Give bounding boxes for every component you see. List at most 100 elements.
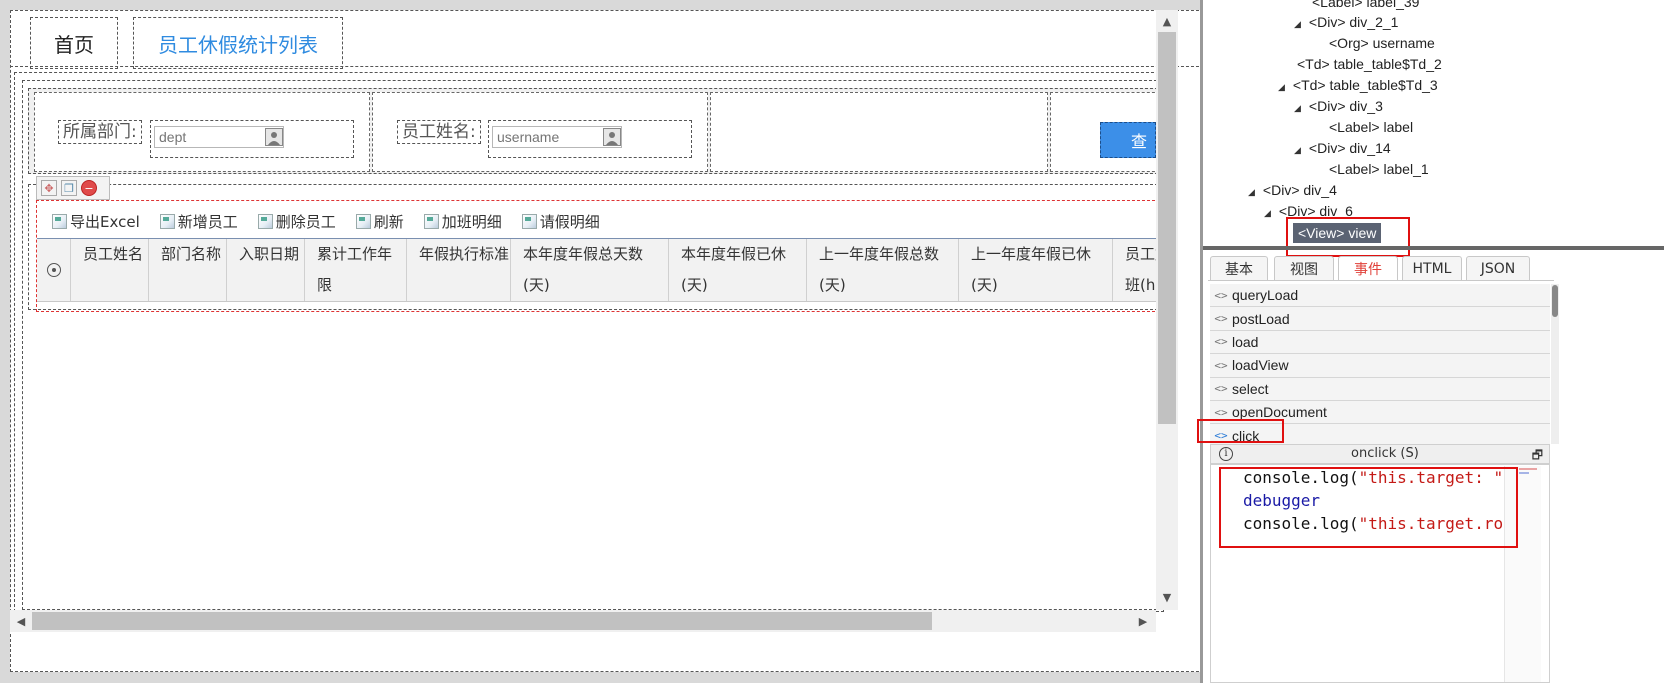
tree-node-label: <Label> label_39 <box>1312 0 1420 10</box>
panel-tabs: 基本 视图 事件 HTML JSON <box>1208 256 1554 281</box>
tab-home[interactable]: 首页 <box>30 17 118 69</box>
toolbar-button-label: 导出Excel <box>70 212 140 231</box>
grid-header: 员工姓名 部门名称 入职日期 累计工作年限 年假执行标准 本年度年假总天数(天) 本年度年假… <box>37 238 1173 302</box>
tree-node-label: <Org> username <box>1329 35 1435 51</box>
event-name: loadView <box>1232 357 1289 374</box>
editor-header: i onclick (S) 🗗 <box>1210 444 1550 464</box>
export-icon <box>52 213 67 229</box>
event-name: queryLoad <box>1232 287 1299 304</box>
column-header[interactable]: 年假执行标准 <box>407 239 511 301</box>
remove-icon[interactable]: − <box>81 180 97 196</box>
tree-node[interactable]: ◢ <Div> div_4 <box>1248 182 1337 198</box>
column-header[interactable]: 上一年度年假总数(天) <box>807 239 959 301</box>
scroll-right-icon[interactable]: ▶ <box>1134 612 1152 630</box>
tree-node-label: <Td> table_table$Td_2 <box>1297 56 1442 72</box>
tree-node-label: <Label> label_1 <box>1329 161 1429 177</box>
name-label: 员工姓名: <box>397 120 481 144</box>
tab-strip-divider <box>10 66 1224 67</box>
event-item[interactable]: <> queryLoad <box>1210 284 1550 308</box>
event-list-scroll-thumb[interactable] <box>1552 285 1558 317</box>
column-header[interactable]: 累计工作年限 <box>305 239 407 301</box>
event-item[interactable]: <> loadView <box>1210 354 1550 378</box>
tree-node-label: <Div> div_14 <box>1308 140 1391 156</box>
scroll-left-icon[interactable]: ◀ <box>12 612 30 630</box>
code-icon: <> <box>1214 288 1228 302</box>
expand-triangle-icon[interactable]: ◢ <box>1248 187 1255 197</box>
toolbar-button-label: 加班明细 <box>441 212 502 231</box>
tree-node[interactable]: <Label> label <box>1329 119 1413 135</box>
tree-node-label: <Div> div_4 <box>1262 182 1337 198</box>
panel-tab[interactable]: 事件 <box>1338 256 1398 280</box>
event-item[interactable]: <> load <box>1210 330 1550 355</box>
tree-node-label: <Td> table_table$Td_3 <box>1292 77 1438 93</box>
tree-node-label: <Div> div_3 <box>1308 98 1383 114</box>
toolbar-button-0[interactable]: 导出Excel <box>52 211 140 232</box>
column-header[interactable]: 员工姓名 <box>71 239 149 301</box>
query-button[interactable]: 查 <box>1100 122 1156 158</box>
event-name: load <box>1232 333 1259 350</box>
expand-triangle-icon[interactable]: ◢ <box>1264 208 1271 218</box>
event-item[interactable]: <> postLoad <box>1210 307 1550 331</box>
event-item[interactable]: <> select <box>1210 377 1550 401</box>
toolbar-button-4[interactable]: 加班明细 <box>423 211 502 232</box>
tree-node[interactable]: ◢ <Div> div_14 <box>1294 140 1391 156</box>
panel-tab[interactable]: JSON <box>1466 256 1530 280</box>
leave-icon <box>521 213 537 229</box>
panel-tab[interactable]: HTML <box>1402 256 1462 280</box>
tree-node[interactable]: <Org> username <box>1329 35 1435 51</box>
event-name: select <box>1232 380 1269 397</box>
tree-node[interactable]: <Label> label_39 <box>1312 0 1419 10</box>
horizontal-scroll-thumb[interactable] <box>32 612 932 630</box>
panel-splitter[interactable] <box>1203 246 1664 250</box>
toolbar-button-label: 新增员工 <box>177 212 238 231</box>
tab-leave-stat-list[interactable]: 员工休假统计列表 <box>133 17 343 69</box>
delete-icon <box>257 213 273 229</box>
tree-node[interactable]: <Label> label_1 <box>1329 161 1429 177</box>
toolbar-button-label: 刷新 <box>373 212 404 231</box>
tree-node[interactable]: <Td> table_table$Td_2 <box>1297 56 1442 72</box>
toolbar-button-1[interactable]: 新增员工 <box>159 211 238 232</box>
expand-triangle-icon[interactable]: ◢ <box>1294 103 1301 113</box>
toolbar-button-3[interactable]: 刷新 <box>355 211 404 232</box>
dept-label: 所属部门: <box>58 120 142 144</box>
code-icon: <> <box>1214 358 1228 372</box>
add-icon <box>159 213 175 229</box>
select-all-column[interactable] <box>37 239 71 301</box>
info-icon[interactable]: i <box>1219 447 1233 461</box>
expand-triangle-icon[interactable]: ◢ <box>1294 19 1301 29</box>
highlight-box-view <box>1286 217 1410 257</box>
tree-node[interactable]: ◢ <Div> div_2_1 <box>1294 14 1398 30</box>
move-icon[interactable]: ✥ <box>41 180 57 196</box>
column-header[interactable]: 上一年度年假已休(天) <box>959 239 1113 301</box>
column-header[interactable]: 入职日期 <box>227 239 305 301</box>
panel-tab[interactable]: 基本 <box>1210 256 1268 280</box>
code-icon: <> <box>1214 312 1228 326</box>
expand-triangle-icon[interactable]: ◢ <box>1294 145 1301 155</box>
tree-node[interactable]: ◢ <Div> div_3 <box>1294 98 1383 114</box>
code-icon: <> <box>1214 335 1228 349</box>
toolbar-button-5[interactable]: 请假明细 <box>521 211 600 232</box>
editor-title: onclick (S) <box>1351 446 1419 461</box>
radio-icon[interactable] <box>47 263 61 277</box>
user-picker-icon[interactable] <box>603 128 621 146</box>
tree-node-label: <Label> label <box>1329 119 1414 135</box>
copy-icon[interactable]: ❐ <box>61 180 77 196</box>
filter-cell-empty[interactable] <box>710 92 1048 172</box>
panel-tab[interactable]: 视图 <box>1274 256 1334 280</box>
expand-triangle-icon[interactable]: ◢ <box>1278 82 1285 92</box>
code-icon: <> <box>1214 405 1228 419</box>
tree-node[interactable]: ◢ <Td> table_table$Td_3 <box>1278 77 1438 93</box>
toolbar-button-2[interactable]: 删除员工 <box>257 211 336 232</box>
user-picker-icon[interactable] <box>265 128 283 146</box>
column-header[interactable]: 本年度年假已休(天) <box>669 239 807 301</box>
code-icon: <> <box>1214 382 1228 396</box>
tree-node-label: <Div> div_2_1 <box>1308 14 1399 30</box>
scroll-up-icon[interactable]: ▲ <box>1158 12 1176 30</box>
grid-toolbar: 导出Excel 新增员工 删除员工 刷新 加班明细 请假明细 <box>52 208 620 234</box>
vertical-scroll-thumb[interactable] <box>1158 32 1176 424</box>
column-header[interactable]: 部门名称 <box>149 239 227 301</box>
scroll-down-icon[interactable]: ▼ <box>1158 588 1176 606</box>
toolbar-button-label: 请假明细 <box>539 212 600 231</box>
column-header[interactable]: 本年度年假总天数(天) <box>511 239 669 301</box>
refresh-icon <box>355 213 371 229</box>
